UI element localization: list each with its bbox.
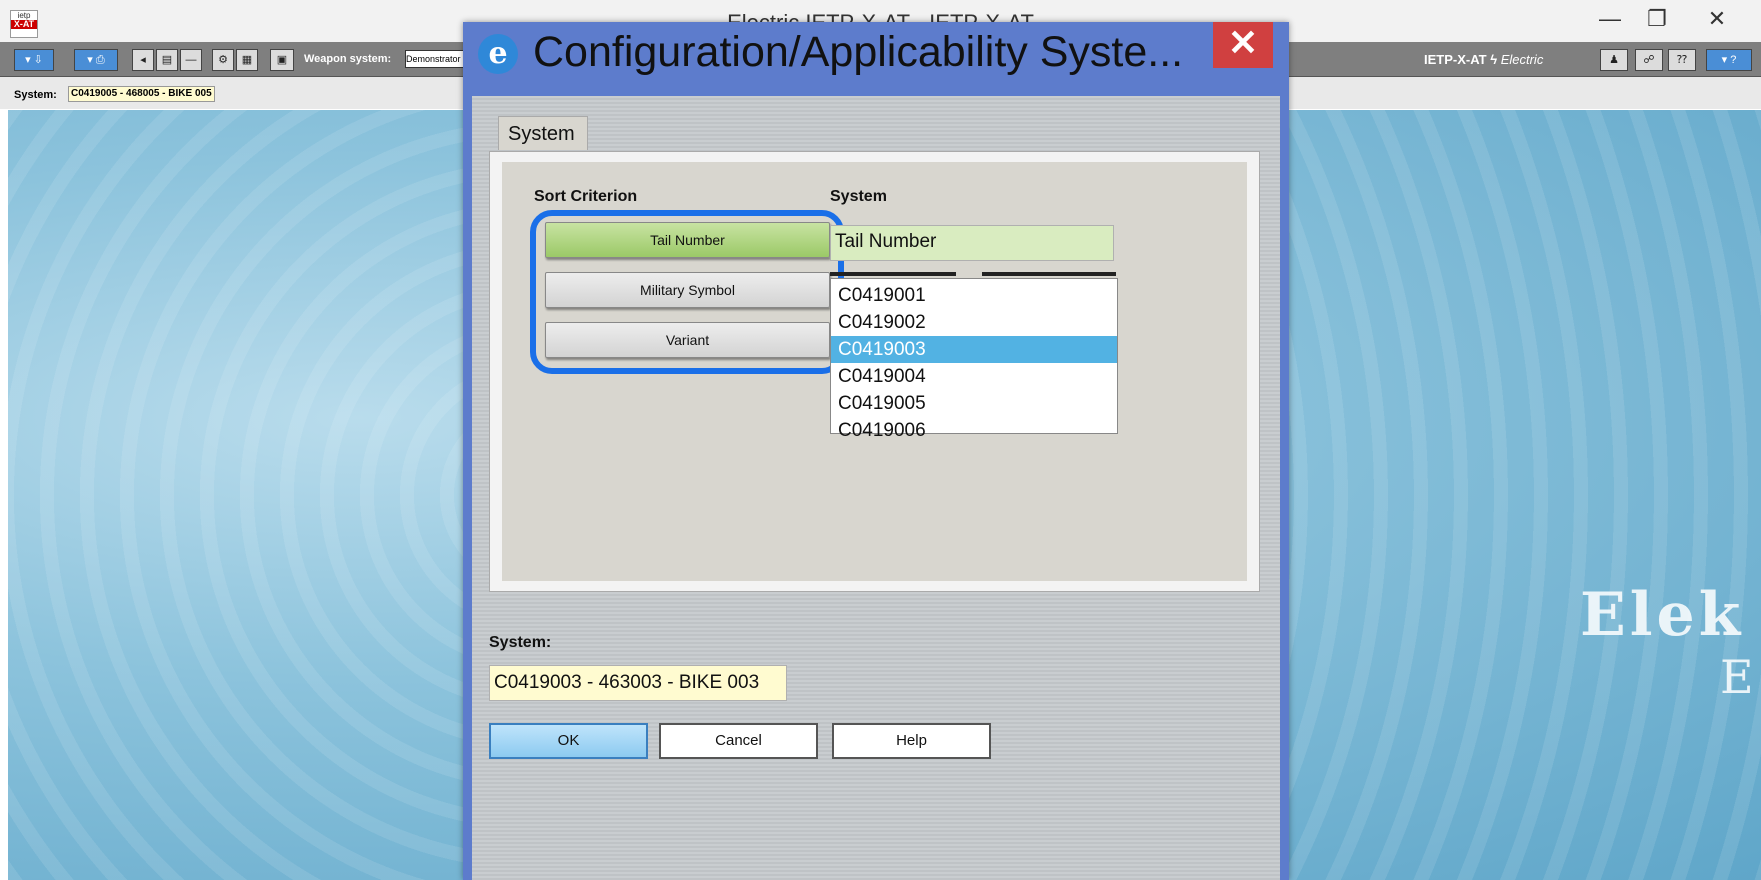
line-icon[interactable]: — <box>180 49 202 71</box>
minimize-button[interactable]: — <box>1590 6 1630 32</box>
help-button[interactable]: Help <box>832 723 991 759</box>
internet-explorer-icon: e <box>478 34 518 74</box>
list-item[interactable]: C0419001 <box>831 282 1117 309</box>
military-symbol-button[interactable]: Military Symbol <box>545 272 830 308</box>
status-system-value: C0419005 - 468005 - BIKE 005 <box>68 86 215 102</box>
back-icon[interactable]: ◂ <box>132 49 154 71</box>
tab-content: Sort Criterion System Tail Number Milita… <box>502 162 1247 581</box>
splash-text: Elek <box>1580 580 1745 650</box>
weapon-system-label: Weapon system: <box>304 53 392 65</box>
weapon-system-select[interactable]: Demonstrator <box>405 50 467 68</box>
ok-button[interactable]: OK <box>489 723 648 759</box>
list-item[interactable]: C0419006 <box>831 417 1117 444</box>
layout-icon[interactable]: ▣ <box>270 49 294 71</box>
variant-button[interactable]: Variant <box>545 322 830 358</box>
help-label: ? <box>1730 54 1737 66</box>
dialog-title: Configuration/Applicability Syste... <box>533 28 1184 76</box>
list-item[interactable]: C0419002 <box>831 309 1117 336</box>
tab-system[interactable]: System <box>498 116 588 150</box>
dialog-body: System Sort Criterion System Tail Number… <box>472 96 1280 880</box>
page-icon[interactable]: ▤ <box>156 49 178 71</box>
sort-field-display: Tail Number <box>830 225 1114 261</box>
configuration-dialog: e Configuration/Applicability Syste... ✕… <box>463 22 1289 880</box>
binoculars-icon[interactable]: ☍ <box>1635 49 1663 71</box>
menu-dropdown-button[interactable]: ▾ ⇩ <box>14 49 54 71</box>
person-icon[interactable]: ♟ <box>1600 49 1628 71</box>
selected-system-label: System: <box>489 634 552 651</box>
brand-name: IETP-X-AT <box>1424 52 1487 67</box>
list-item[interactable]: C0419004 <box>831 363 1117 390</box>
system-listbox[interactable]: C0419001 C0419002 C0419003 C0419004 C041… <box>830 278 1118 441</box>
cancel-button[interactable]: Cancel <box>659 723 818 759</box>
tab-panel: Sort Criterion System Tail Number Milita… <box>489 151 1260 592</box>
help-topics-icon[interactable]: ⁇ <box>1668 49 1696 71</box>
splash-text-2: E <box>1720 650 1754 704</box>
tail-number-button[interactable]: Tail Number <box>545 222 830 258</box>
sort-criterion-heading: Sort Criterion <box>534 188 638 205</box>
grid-icon[interactable]: ▦ <box>236 49 258 71</box>
list-item-selected[interactable]: C0419003 <box>831 336 1117 363</box>
selected-system-field: C0419003 - 463003 - BIKE 003 <box>489 665 787 701</box>
dialog-close-button[interactable]: ✕ <box>1213 22 1273 68</box>
print-button[interactable]: ▾ ⎙ <box>74 49 118 71</box>
list-item[interactable]: C0419005 <box>831 390 1117 417</box>
help-dropdown-button[interactable]: ▾ ? <box>1706 49 1752 71</box>
system-heading: System <box>830 188 887 205</box>
maximize-button[interactable]: ❐ <box>1637 6 1677 32</box>
brand-suffix: Electric <box>1500 52 1544 67</box>
close-window-button[interactable]: ✕ <box>1697 6 1737 32</box>
status-system-label: System: <box>14 89 57 101</box>
brand-label: IETP-X-AT ϟ Electric <box>1424 52 1544 67</box>
settings-icon[interactable]: ⚙ <box>212 49 234 71</box>
